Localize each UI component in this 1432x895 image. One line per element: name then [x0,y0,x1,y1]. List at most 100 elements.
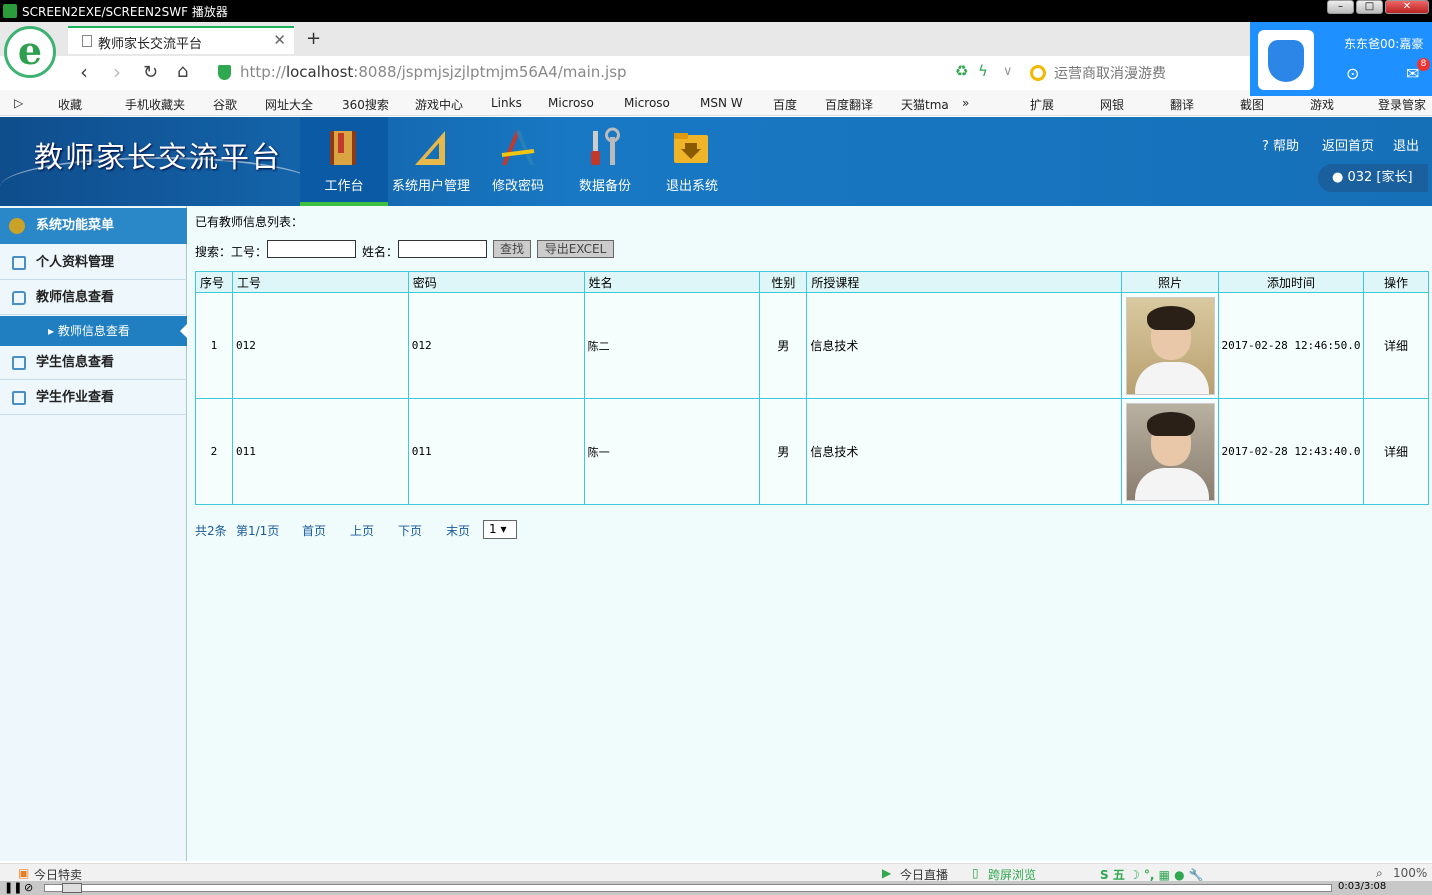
bookmark-item[interactable]: 游戏中心 [415,96,463,113]
sidebar-item-homework[interactable]: 学生作业查看 [0,381,187,415]
toolbar-extension[interactable]: 扩展 [1030,96,1054,113]
bookmark-item[interactable]: 百度 [773,96,797,113]
sidebar-item-label: 个人资料管理 [36,255,115,270]
bookmark-item[interactable]: 360搜索 [342,96,389,113]
nav-exit-system[interactable]: 退出系统 [648,117,736,206]
nav-workbench[interactable]: 工作台 [300,117,388,206]
col-header-id: 工号 [231,271,409,293]
list-title: 已有教师信息列表： [195,215,304,229]
window-titlebar: SCREEN2EXE/SCREEN2SWF 播放器 – □ ✕ [0,0,1432,22]
history-icon[interactable]: ⊙ [1346,64,1359,83]
sidebar-subitem-teacher-view[interactable]: ▸ 教师信息查看 [0,316,187,346]
cell-password: 011 [407,398,585,505]
last-page-link[interactable]: 末页 [446,522,470,539]
page-select[interactable]: 1 ▾ [483,520,517,539]
logout-link[interactable]: 退出 [1393,135,1419,154]
home-link[interactable]: 返回首页 [1322,135,1374,154]
search-box[interactable]: 运营商取消漫游费 [1030,63,1166,83]
ruler-icon [415,131,445,165]
nav-user-management[interactable]: 系统用户管理 [387,117,475,206]
detail-link[interactable]: 详细 [1362,292,1430,399]
toolbar-login-manager[interactable]: 登录管家 [1378,96,1426,113]
browser-user-name[interactable]: 东东爸00:嘉豪 [1344,35,1423,52]
cell-course: 信息技术 [806,398,1123,505]
col-header-sex: 性别 [759,271,808,293]
player-bar: ❚❚ ⊘ 0:03/3:08 [0,881,1432,895]
sidebar-toggle-icon[interactable]: ▷ [14,96,23,110]
page-indicator: 第1/1页 [236,524,280,538]
help-label: 帮助 [1273,139,1300,154]
reload-icon[interactable]: ↻ [143,62,158,83]
help-link[interactable]: ? 帮助 [1262,135,1299,154]
pause-icon[interactable]: ❚❚ [4,881,22,894]
bookmark-item[interactable]: Links [491,96,522,110]
toolbar-games[interactable]: 游戏 [1310,96,1334,113]
player-progress-track[interactable] [44,884,1332,892]
chevron-down-icon[interactable]: ∨ [1003,64,1013,79]
user-avatar-icon[interactable] [1258,30,1314,90]
new-tab-icon[interactable]: + [306,28,321,49]
security-shield-icon[interactable] [218,65,231,80]
cell-photo [1121,292,1220,399]
next-page-link[interactable]: 下页 [398,522,422,539]
export-excel-button[interactable]: 导出EXCEL [537,240,614,258]
browser-tab[interactable]: 教师家长交流平台 ✕ [68,26,294,54]
teacher-photo[interactable] [1125,296,1215,395]
toolbar-screenshot[interactable]: 截图 [1240,96,1264,113]
current-user-badge: ● 032 [家长] [1318,164,1428,192]
toolbar-translate[interactable]: 翻译 [1170,96,1194,113]
browser-user-card[interactable]: 东东爸00:嘉豪 ⊙ ✉ 8 [1250,22,1432,96]
cell-no: 2 [195,398,233,505]
zoom-level[interactable]: 100% [1393,866,1427,880]
stop-icon[interactable]: ⊘ [24,881,33,894]
bookmark-bar: ▷ 收藏 手机收藏夹 谷歌 网址大全 360搜索 游戏中心 Links Micr… [0,90,1432,116]
home-icon[interactable]: ⌂ [177,61,188,82]
bookmark-item[interactable]: 百度翻译 [825,96,873,113]
teacher-name-input[interactable] [398,240,487,258]
nav-data-backup[interactable]: 数据备份 [561,117,649,206]
sidebar-item-profile[interactable]: 个人资料管理 [0,246,187,280]
teacher-name-label: 姓名： [362,245,399,259]
back-icon[interactable]: ‹ [80,60,88,84]
url-field[interactable]: http://localhost:8088/jspmjsjzjlptmjm56A… [240,63,627,81]
refresh-green-icon[interactable]: ♻ [955,62,968,80]
search-button[interactable]: 查找 [493,240,531,258]
table-header: 序号 工号 密码 姓名 性别 所授课程 照片 添加时间 操作 [195,271,1430,293]
cell-time: 2017-02-28 12:46:50.0 [1218,292,1364,399]
minimize-button[interactable]: – [1327,0,1354,14]
url-path: :8088/jspmjsjzjlptmjm56A4/main.jsp [353,63,627,81]
lightning-icon[interactable]: ϟ [978,62,988,80]
bookmark-item[interactable]: 谷歌 [213,96,237,113]
search-label: 搜索： [195,245,232,259]
bookmark-item[interactable]: 手机收藏夹 [125,96,185,113]
col-header-time: 添加时间 [1218,271,1364,293]
bookmark-item[interactable]: 天猫tma [901,96,949,113]
bookmark-item[interactable]: Microso [624,96,670,110]
bookmark-more[interactable]: » [962,96,969,110]
nav-change-password[interactable]: 修改密码 [474,117,562,206]
teacher-id-input[interactable] [267,240,356,258]
forward-icon[interactable]: › [113,60,121,84]
cell-course: 信息技术 [806,292,1123,399]
sidebar-header[interactable]: 系统功能菜单 [0,208,187,244]
table-row: 2 011 011 陈一 男 信息技术 2017-02-28 12:43:40.… [195,398,1430,505]
detail-link[interactable]: 详细 [1362,398,1430,505]
browser-logo-icon[interactable]: e [4,26,56,78]
player-progress-knob[interactable] [62,883,82,893]
maximize-button[interactable]: □ [1356,0,1383,14]
bookmark-item[interactable]: MSN W [700,96,743,110]
prev-page-link[interactable]: 上页 [350,522,374,539]
window-title: SCREEN2EXE/SCREEN2SWF 播放器 [22,5,228,19]
toolbar-bank[interactable]: 网银 [1100,96,1124,113]
bookmark-item[interactable]: Microso [548,96,594,110]
search-text: 运营商取消漫游费 [1054,66,1166,82]
list-icon [12,256,26,270]
teacher-photo[interactable] [1125,402,1215,501]
sidebar-item-teacher-info[interactable]: 教师信息查看 [0,281,187,315]
bookmark-item[interactable]: 收藏 [58,96,82,113]
sidebar-item-student-info[interactable]: 学生信息查看 [0,346,187,380]
first-page-link[interactable]: 首页 [302,522,326,539]
close-tab-icon[interactable]: ✕ [273,31,286,49]
close-button[interactable]: ✕ [1385,0,1429,14]
bookmark-item[interactable]: 网址大全 [265,96,313,113]
